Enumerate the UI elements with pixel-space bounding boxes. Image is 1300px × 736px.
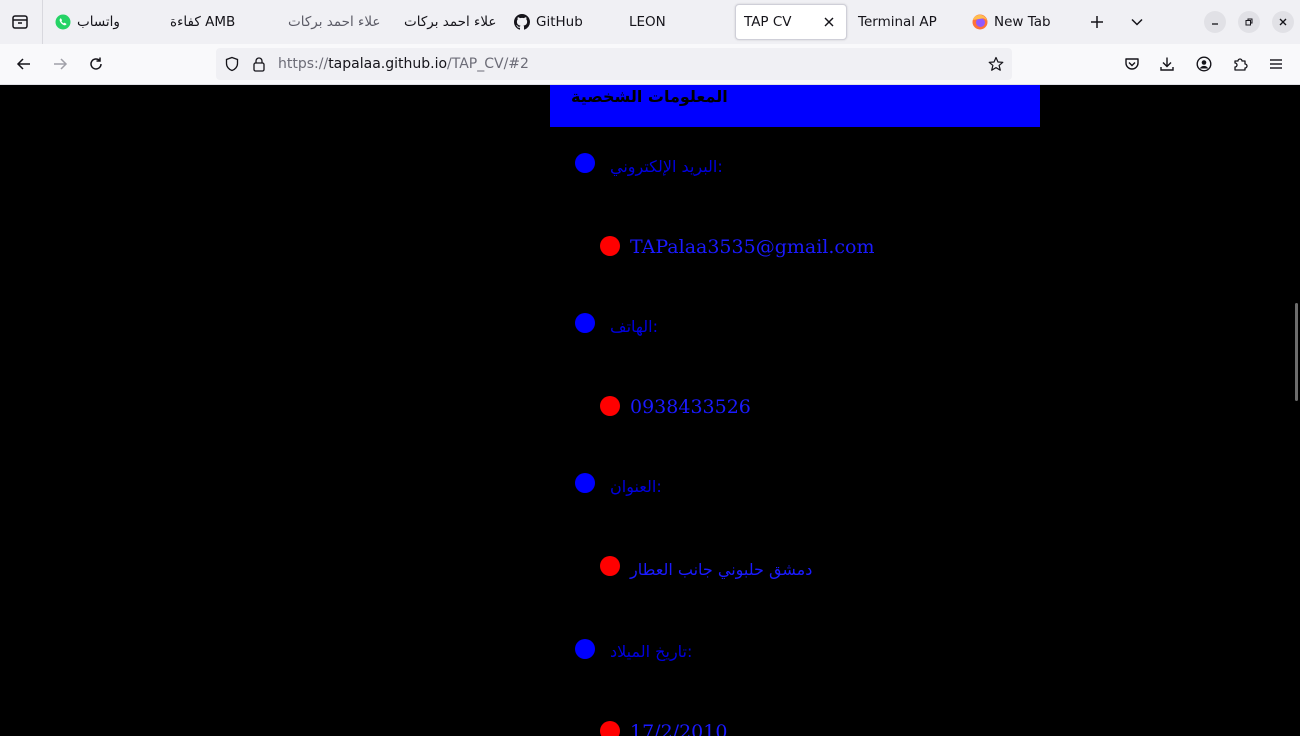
address-bar[interactable]: https://tapalaa.github.io/TAP_CV/#2	[216, 48, 1012, 80]
plus-icon	[1091, 16, 1103, 28]
tab-label: Terminal AP	[858, 14, 937, 30]
hamburger-menu-icon	[1270, 59, 1282, 69]
url-scheme: https://	[278, 56, 329, 72]
navigation-toolbar: https://tapalaa.github.io/TAP_CV/#2	[0, 44, 1300, 85]
value-bullet	[600, 721, 620, 736]
account-icon	[1196, 56, 1212, 72]
section-header: المعلومات الشخصية	[550, 85, 1040, 127]
tab-label: كفاءة AMB	[170, 14, 236, 30]
label-bullet	[575, 313, 595, 333]
back-button[interactable]	[12, 53, 36, 75]
minimize-button[interactable]	[1204, 11, 1226, 33]
label-bullet	[575, 153, 595, 173]
new-tab-button[interactable]	[1086, 11, 1108, 33]
download-icon	[1160, 57, 1174, 71]
firefox-view-icon	[12, 15, 28, 29]
minimize-icon	[1212, 23, 1218, 25]
tab-alaa-2[interactable]: علاء احمد بركات	[404, 4, 509, 40]
pocket-button[interactable]	[1120, 53, 1144, 75]
github-icon	[514, 14, 530, 30]
reload-button[interactable]	[84, 53, 108, 75]
tab-amb[interactable]: كفاءة AMB	[170, 4, 270, 40]
restore-button[interactable]	[1238, 11, 1260, 33]
account-button[interactable]	[1192, 53, 1216, 75]
downloads-button[interactable]	[1155, 53, 1179, 75]
scrollbar-thumb[interactable]	[1295, 303, 1298, 401]
close-tab-icon[interactable]	[822, 15, 836, 29]
close-icon	[1279, 18, 1287, 26]
address-label: العنوان:	[610, 477, 662, 496]
label-bullet	[575, 473, 595, 493]
forward-button[interactable]	[48, 53, 72, 75]
url-text[interactable]: https://tapalaa.github.io/TAP_CV/#2	[278, 56, 529, 72]
tab-terminal-ap[interactable]: Terminal AP	[858, 4, 958, 40]
firefox-view-button[interactable]	[8, 11, 32, 33]
tab-label: علاء احمد بركات	[404, 14, 497, 30]
reload-icon	[90, 57, 102, 70]
value-bullet	[600, 556, 620, 576]
tab-label: TAP CV	[744, 14, 792, 30]
address-value: دمشق حلبوني جانب العطار	[630, 560, 813, 579]
tab-alaa-1[interactable]: علاء احمد بركات	[288, 4, 393, 40]
section-title: المعلومات الشخصية	[571, 87, 728, 106]
value-bullet	[600, 236, 620, 256]
phone-label: الهاتف:	[610, 317, 658, 336]
birthdate-value: 17/2/2010	[630, 721, 728, 736]
tab-bar: واتساب كفاءة AMB علاء احمد بركات علاء اح…	[0, 0, 1300, 44]
phone-value: 0938433526	[630, 396, 751, 418]
tab-label: GitHub	[536, 14, 583, 30]
value-bullet	[600, 396, 620, 416]
tab-github[interactable]: GitHub	[514, 4, 614, 40]
pocket-icon	[1125, 58, 1139, 70]
arrow-left-icon	[16, 58, 30, 70]
close-window-button[interactable]	[1272, 11, 1294, 33]
label-bullet	[575, 639, 595, 659]
puzzle-icon	[1234, 58, 1248, 71]
chevron-down-icon	[1131, 18, 1143, 26]
birthdate-label: تاريخ الميلاد:	[610, 642, 693, 661]
list-all-tabs-button[interactable]	[1126, 11, 1148, 33]
tab-whatsapp[interactable]: واتساب	[55, 4, 155, 40]
tab-new-tab[interactable]: New Tab	[972, 4, 1072, 40]
shield-icon[interactable]	[224, 56, 240, 72]
bookmark-star-icon[interactable]	[988, 56, 1004, 72]
url-host: tapalaa.github.io	[328, 56, 448, 72]
app-menu-button[interactable]	[1264, 53, 1288, 75]
restore-icon	[1245, 18, 1253, 26]
extensions-button[interactable]	[1228, 53, 1252, 75]
firefox-icon	[972, 14, 988, 30]
url-path: /TAP_CV/#2	[447, 56, 529, 72]
arrow-right-icon	[54, 58, 68, 70]
page-content: المعلومات الشخصية البريد الإلكتروني: TAP…	[0, 85, 1300, 736]
tab-bar-separator	[42, 0, 43, 44]
tab-label: علاء احمد بركات	[288, 14, 381, 30]
tab-leon[interactable]: LEON	[629, 4, 729, 40]
tab-tap-cv[interactable]: TAP CV	[735, 4, 847, 40]
lock-icon[interactable]	[252, 56, 266, 72]
tab-label: واتساب	[77, 14, 120, 30]
whatsapp-icon	[55, 14, 71, 30]
tab-label: LEON	[629, 14, 666, 30]
email-value: TAPalaa3535@gmail.com	[630, 236, 875, 258]
email-label: البريد الإلكتروني:	[610, 157, 723, 176]
tab-label: New Tab	[994, 14, 1051, 30]
